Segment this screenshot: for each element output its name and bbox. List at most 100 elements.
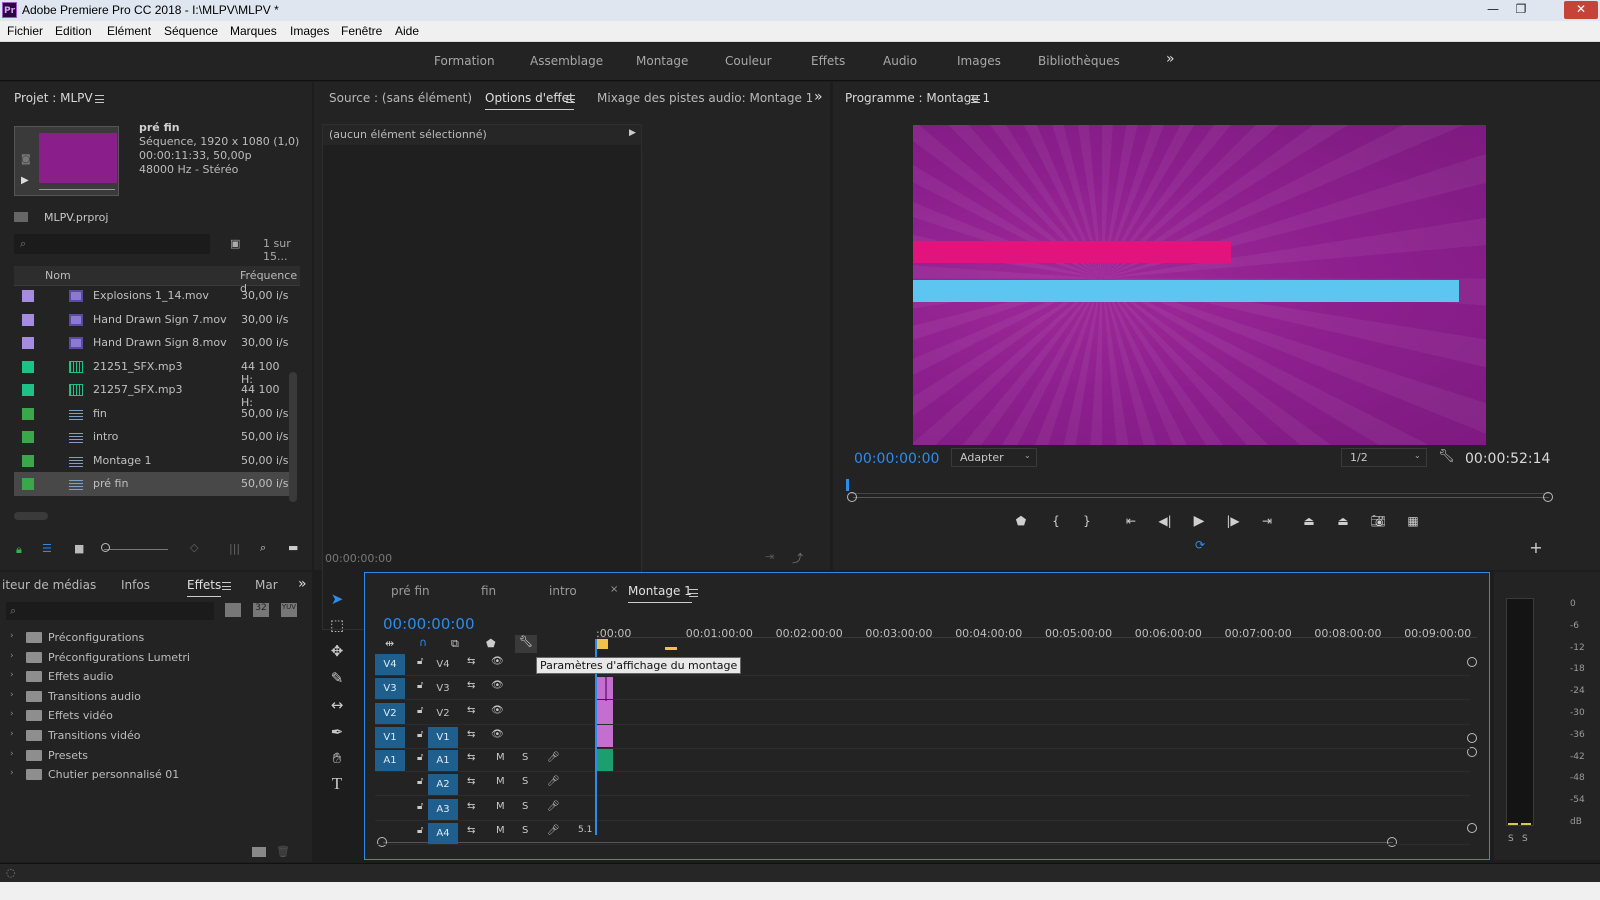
icon-view-icon[interactable]: ■ xyxy=(74,542,84,555)
share-icon[interactable]: ⤴ xyxy=(792,550,803,566)
menu-aide[interactable]: Aide xyxy=(395,24,419,38)
minimize-button[interactable]: — xyxy=(1480,1,1506,19)
step-back-icon[interactable]: ◀| xyxy=(1155,514,1175,528)
sync-lock-icon[interactable]: ⇆ xyxy=(467,680,475,691)
track-name[interactable]: A4 xyxy=(428,822,458,844)
chevron-right-icon[interactable]: › xyxy=(10,631,14,641)
tab-media-browser[interactable]: iteur de médias xyxy=(2,578,96,592)
play-button[interactable]: ▶ xyxy=(1189,513,1209,529)
effects-folder[interactable]: › Effets vidéo xyxy=(10,709,290,725)
project-search-input[interactable]: ⌕ xyxy=(14,234,210,254)
workspace-formation[interactable]: Formation xyxy=(434,54,495,68)
effects-folder[interactable]: › Presets xyxy=(10,749,290,765)
lock-icon[interactable]: 🔓︎ xyxy=(417,656,423,667)
track-name[interactable]: A3 xyxy=(428,798,458,820)
accelerated-effects-icon[interactable] xyxy=(225,603,241,617)
project-item-row[interactable]: 21257_SFX.mp3 44 100 H: xyxy=(14,378,289,409)
menu-edition[interactable]: Edition xyxy=(55,24,92,38)
lock-icon[interactable]: 🔓︎ xyxy=(417,752,423,763)
program-zoom-bar[interactable] xyxy=(853,497,1549,498)
label-color-swatch[interactable] xyxy=(22,478,34,490)
solo-right-button[interactable]: S xyxy=(1522,834,1528,844)
effects-folder[interactable]: › Transitions vidéo xyxy=(10,729,290,745)
new-bin-icon[interactable]: ▬ xyxy=(288,541,298,554)
sync-lock-icon[interactable]: ⇆ xyxy=(467,801,475,812)
list-view-icon[interactable]: ☰ xyxy=(42,542,52,555)
panel-menu-icon[interactable] xyxy=(95,95,104,103)
chevron-right-icon[interactable]: › xyxy=(10,768,14,778)
chevron-right-icon[interactable]: › xyxy=(10,749,14,759)
expand-icon[interactable]: ▶ xyxy=(629,128,636,138)
label-color-swatch[interactable] xyxy=(22,337,34,349)
project-item-row[interactable]: pré fin 50,00 i/s xyxy=(14,472,289,496)
column-name[interactable]: Nom xyxy=(45,269,71,282)
label-color-swatch[interactable] xyxy=(22,454,34,467)
project-item-row[interactable]: Montage 1 50,00 i/s xyxy=(14,449,289,473)
fit-select[interactable]: Adapter ⌄ xyxy=(951,448,1037,467)
delete-icon[interactable]: 🗑︎ xyxy=(276,845,290,858)
effects-folder[interactable]: › Chutier personnalisé 01 xyxy=(10,768,290,784)
zoom-handle-left[interactable] xyxy=(847,492,857,502)
list-scrollbar[interactable] xyxy=(289,372,297,502)
microphone-icon[interactable]: 🎤︎ xyxy=(547,776,560,787)
find-icon[interactable]: ⌕ xyxy=(260,541,266,555)
label-color-swatch[interactable] xyxy=(22,360,34,373)
microphone-icon[interactable]: 🎤︎ xyxy=(547,752,560,763)
eye-icon[interactable]: 👁︎ xyxy=(491,729,504,740)
tab-audio-mixer[interactable]: Mixage des pistes audio: Montage 1 xyxy=(597,91,813,105)
zoom-slider-handle[interactable] xyxy=(101,543,110,552)
chevron-right-icon[interactable]: › xyxy=(10,690,14,700)
mark-out-icon[interactable]: } xyxy=(1077,514,1097,528)
menu-sequence[interactable]: Séquence xyxy=(164,24,218,38)
list-hscrollbar[interactable] xyxy=(14,512,48,520)
tab-source[interactable]: Source : (sans élément) xyxy=(329,91,472,105)
workspace-montage[interactable]: Montage xyxy=(636,54,688,68)
eye-icon[interactable]: 👁︎ xyxy=(491,656,504,667)
chevron-right-icon[interactable]: › xyxy=(10,709,14,719)
button-editor-icon[interactable]: + xyxy=(1526,538,1546,557)
zoom-handle-right[interactable] xyxy=(1543,492,1553,502)
sync-lock-icon[interactable]: ⇆ xyxy=(467,752,475,763)
track-select-tool-icon[interactable]: ⬚ xyxy=(326,614,348,636)
panel-menu-icon[interactable] xyxy=(222,582,231,590)
lock-icon[interactable]: 🔓︎ xyxy=(417,825,423,836)
mute-button[interactable]: M xyxy=(496,825,505,836)
lock-icon[interactable]: 🔓︎ xyxy=(417,705,423,716)
lock-icon[interactable]: 🔓︎ xyxy=(417,729,423,740)
project-tab[interactable]: Projet : MLPV xyxy=(14,91,93,105)
eye-icon[interactable]: 👁︎ xyxy=(491,680,504,691)
play-icon[interactable]: ▶ xyxy=(21,175,29,186)
new-bin-search-icon[interactable]: ▣ xyxy=(230,237,240,250)
ripple-edit-tool-icon[interactable]: ✥ xyxy=(326,640,348,662)
label-color-swatch[interactable] xyxy=(22,290,34,302)
track-name[interactable]: A2 xyxy=(428,774,458,796)
sync-lock-icon[interactable]: ⇆ xyxy=(467,656,475,667)
microphone-icon[interactable]: 🎤︎ xyxy=(547,801,560,812)
track-name[interactable]: V4 xyxy=(428,654,458,675)
program-tab[interactable]: Programme : Montage 1 xyxy=(845,91,990,105)
menu-element[interactable]: Elément xyxy=(107,24,151,38)
comparison-view-icon[interactable]: ▦ xyxy=(1403,514,1423,528)
sync-lock-icon[interactable]: ⇆ xyxy=(467,729,475,740)
label-color-swatch[interactable] xyxy=(22,313,34,326)
automate-icon[interactable]: ||| xyxy=(229,542,240,555)
track-name[interactable]: V1 xyxy=(428,726,458,748)
menu-marques[interactable]: Marques xyxy=(230,24,277,38)
lock-icon[interactable]: 🔓︎ xyxy=(417,680,423,691)
slip-tool-icon[interactable]: ↔ xyxy=(326,694,348,716)
track-target-toggle[interactable]: V3 xyxy=(375,678,405,700)
resolution-select[interactable]: 1/2 ⌄ xyxy=(1341,448,1427,467)
add-marker-icon[interactable]: ⬟ xyxy=(1011,514,1031,528)
solo-button[interactable]: S xyxy=(522,752,528,763)
mute-button[interactable]: M xyxy=(496,752,505,763)
solo-left-button[interactable]: S xyxy=(1508,834,1514,844)
tab-markers[interactable]: Mar xyxy=(255,578,278,592)
workspace-images[interactable]: Images xyxy=(957,54,1001,68)
go-to-in-icon[interactable]: ⇤ xyxy=(1121,514,1141,528)
label-color-swatch[interactable] xyxy=(22,407,34,420)
panel-menu-icon[interactable] xyxy=(566,95,575,103)
menu-images[interactable]: Images xyxy=(290,24,329,38)
lock-icon[interactable]: 🔓︎ xyxy=(417,776,423,787)
solo-button[interactable]: S xyxy=(522,825,528,836)
pen-tool-icon[interactable]: ✒ xyxy=(326,721,348,743)
